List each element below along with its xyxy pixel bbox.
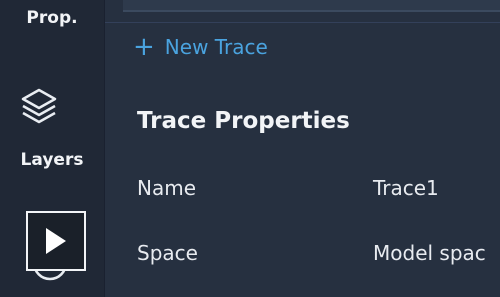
sidebar: Prop. Layers (0, 0, 105, 297)
property-value[interactable]: Model spac (373, 241, 486, 265)
play-button[interactable] (26, 211, 86, 271)
tab-layers[interactable]: Layers (0, 150, 104, 170)
properties-panel: + New Trace Trace Properties Name Trace1… (105, 0, 500, 297)
section-title: Trace Properties (137, 108, 350, 134)
tab-properties[interactable]: Prop. (0, 8, 104, 28)
play-icon (46, 228, 66, 254)
top-strip (123, 0, 500, 12)
new-trace-button[interactable]: + New Trace (133, 34, 268, 60)
property-label: Name (137, 176, 197, 200)
property-value[interactable]: Trace1 (373, 176, 439, 200)
divider (105, 22, 500, 23)
new-trace-label: New Trace (164, 35, 268, 59)
plus-icon: + (133, 32, 155, 62)
layers-icon[interactable] (17, 86, 61, 134)
property-label: Space (137, 241, 198, 265)
